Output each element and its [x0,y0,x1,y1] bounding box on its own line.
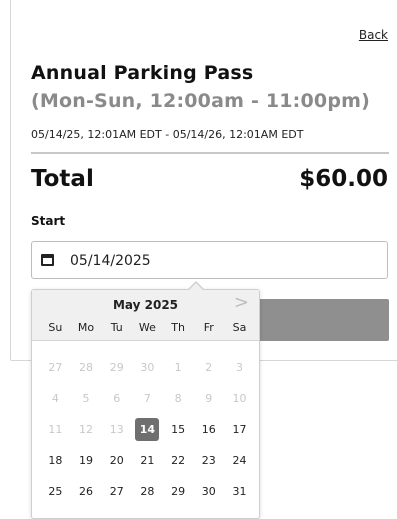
calendar-week: 27 28 29 30 1 2 3 [40,352,255,383]
calendar-day[interactable]: 20 [101,445,132,476]
calendar-day-disabled: 2 [205,361,213,374]
calendar-week: 4 5 6 7 8 9 10 [40,383,255,414]
pass-title: Annual Parking Pass [31,62,254,84]
weekday-label: Su [48,321,63,334]
calendar-day[interactable]: 22 [163,445,194,476]
calendar-day-disabled: 7 [143,392,151,405]
calendar-day-disabled: 1 [174,361,182,374]
date-picker-popup: May 2025 > Su Mo Tu We Th Fr Sa 27 28 29… [31,281,260,519]
calendar-day-disabled: 10 [232,392,247,405]
calendar-day[interactable]: 23 [193,445,224,476]
selected-day-label: 14 [135,418,160,441]
month-label: May 2025 [112,298,179,312]
calendar-day[interactable]: 28 [132,476,163,507]
weekday-label: Mo [77,321,95,334]
calendar-icon [41,254,54,266]
calendar-day[interactable]: 24 [224,445,255,476]
weekday-row: Su Mo Tu We Th Fr Sa [40,321,255,334]
calendar-day[interactable]: 31 [224,476,255,507]
chevron-right-icon[interactable]: > [234,294,249,312]
calendar-grid: 27 28 29 30 1 2 3 4 5 6 7 8 9 10 11 12 1… [40,352,255,507]
calendar-day-disabled: 5 [82,392,90,405]
calendar-week: 18 19 20 21 22 23 24 [40,445,255,476]
calendar-day-disabled: 12 [79,423,94,436]
calendar-week: 11 12 13 14 15 16 17 [40,414,255,445]
weekday-label: Sa [232,321,247,334]
back-link[interactable]: Back [359,28,388,42]
calendar-day[interactable]: 19 [71,445,102,476]
calendar-day-disabled: 11 [48,423,63,436]
calendar-day[interactable]: 30 [193,476,224,507]
submit-button[interactable] [255,299,389,341]
calendar-day[interactable]: 17 [224,414,255,445]
validity-dates: 05/14/25, 12:01AM EDT - 05/14/26, 12:01A… [31,128,304,141]
calendar-day-other-month: 28 [79,361,94,374]
calendar-day-disabled: 6 [113,392,121,405]
pass-hours: (Mon-Sun, 12:00am - 11:00pm) [31,90,370,112]
calendar-day[interactable]: 18 [40,445,71,476]
calendar-day-disabled: 3 [235,361,243,374]
weekday-label: We [138,321,156,334]
calendar-day[interactable]: 27 [101,476,132,507]
calendar-day-other-month: 30 [140,361,155,374]
total-amount: $60.00 [299,166,388,192]
weekday-label: Th [171,321,185,334]
calendar-day[interactable]: 25 [40,476,71,507]
calendar-day[interactable]: 15 [163,414,194,445]
calendar-day-other-month: 29 [109,361,124,374]
weekday-label: Tu [110,321,123,334]
start-date-value: 05/14/2025 [70,253,151,269]
calendar-day-disabled: 4 [51,392,59,405]
calendar-header: May 2025 > Su Mo Tu We Th Fr Sa [32,290,259,341]
calendar-day-disabled: 9 [205,392,213,405]
calendar-day[interactable]: 26 [71,476,102,507]
start-date-input[interactable]: 05/14/2025 [31,241,388,279]
total-label: Total [31,166,94,192]
calendar-day[interactable]: 21 [132,445,163,476]
weekday-label: Fr [203,321,214,334]
calendar-day-selected[interactable]: 14 [132,414,163,445]
calendar-day-other-month: 27 [48,361,63,374]
calendar-day-disabled: 13 [109,423,124,436]
calendar-day[interactable]: 29 [163,476,194,507]
calendar-day[interactable]: 16 [193,414,224,445]
calendar-week: 25 26 27 28 29 30 31 [40,476,255,507]
start-label: Start [31,214,66,228]
divider [31,152,389,154]
calendar-day-disabled: 8 [174,392,182,405]
